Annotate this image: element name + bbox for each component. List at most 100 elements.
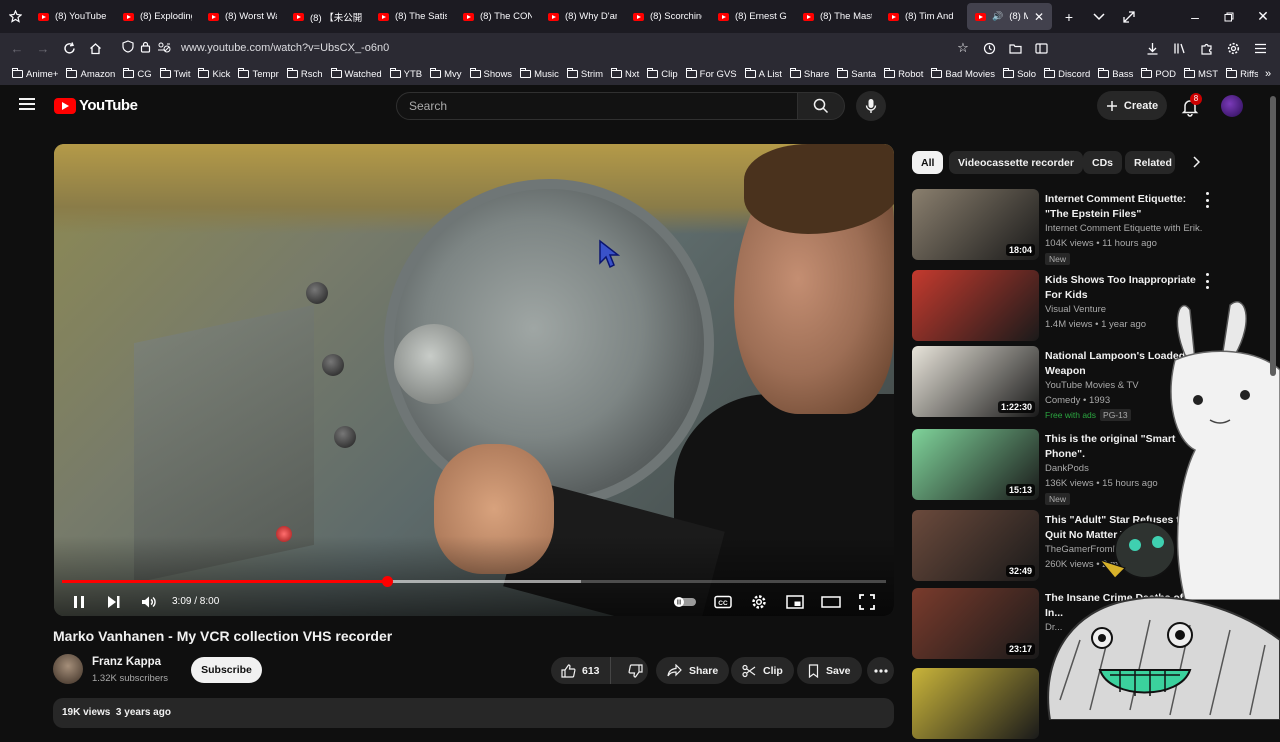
bookmarks-overflow-chevron-icon[interactable]: »: [1258, 63, 1278, 85]
bookmark-folder[interactable]: Discord: [1040, 68, 1094, 80]
restore-window-button[interactable]: [1212, 0, 1246, 33]
chips-next-chevron-icon[interactable]: [1186, 152, 1206, 172]
recommendation-channel[interactable]: Internet Comment Etiquette with Erik...: [1045, 223, 1203, 234]
bookmark-folder[interactable]: Robot: [880, 68, 927, 80]
recommendation-thumbnail[interactable]: 23:17: [912, 588, 1039, 659]
minimize-window-button[interactable]: –: [1178, 0, 1212, 33]
browser-tab[interactable]: (8) The CONT: [455, 0, 540, 33]
bookmark-folder[interactable]: For GVS: [682, 68, 741, 80]
close-window-button[interactable]: ✕: [1246, 0, 1280, 33]
home-button[interactable]: [82, 35, 108, 61]
youtube-logo[interactable]: YouTube: [54, 97, 138, 114]
browser-tab[interactable]: (8) 【未公開】: [285, 0, 370, 33]
more-vertical-icon[interactable]: [1202, 192, 1212, 208]
recommendation-thumbnail[interactable]: 1:22:30: [912, 346, 1039, 417]
chip-related[interactable]: Related: [1125, 151, 1175, 174]
bookmark-folder[interactable]: Strim: [563, 68, 607, 80]
recommendation-thumbnail[interactable]: [912, 270, 1039, 341]
bookmark-folder[interactable]: Anime+: [8, 68, 62, 80]
bookmark-folder[interactable]: MST: [1180, 68, 1222, 80]
recommendation-title[interactable]: Kids Shows Too Inappropriate For Kids: [1045, 273, 1203, 303]
next-button[interactable]: [103, 591, 125, 613]
bookmark-folder[interactable]: Clip: [643, 68, 681, 80]
folder-icon[interactable]: [1002, 35, 1028, 61]
theater-mode-button[interactable]: [820, 591, 842, 613]
reload-button[interactable]: [56, 35, 82, 61]
new-tab-button[interactable]: +: [1054, 0, 1084, 33]
channel-avatar[interactable]: [53, 654, 83, 684]
subtitles-button[interactable]: CC: [712, 591, 734, 613]
bookmark-folder[interactable]: Santa: [833, 68, 880, 80]
browser-tab[interactable]: (8) YouTube: [30, 0, 115, 33]
bookmark-folder[interactable]: Share: [786, 68, 833, 80]
url-text[interactable]: www.youtube.com/watch?v=UbsCX_-o6n0: [181, 42, 389, 54]
expand-icon[interactable]: [1114, 0, 1144, 33]
chip-videocassette-recorder[interactable]: Videocassette recorder: [949, 151, 1083, 174]
bookmark-folder[interactable]: Watched: [327, 68, 386, 80]
bookmark-folder[interactable]: YTB: [386, 68, 426, 80]
bookmark-folder[interactable]: Mvy: [426, 68, 465, 80]
bookmark-folder[interactable]: CG: [119, 68, 155, 80]
close-tab-icon[interactable]: ✕: [1034, 10, 1044, 24]
search-input[interactable]: Search: [396, 92, 798, 120]
settings-button[interactable]: [748, 591, 770, 613]
account-avatar[interactable]: [1221, 95, 1243, 117]
autoplay-toggle[interactable]: [672, 591, 698, 613]
shield-icon[interactable]: [122, 40, 134, 56]
scrubber-handle[interactable]: [381, 576, 393, 587]
recommendation-title[interactable]: Internet Comment Etiquette: "The Epstein…: [1045, 192, 1203, 222]
browser-tab[interactable]: (8) Worst Wa: [200, 0, 285, 33]
browser-tab[interactable]: (8) The Maste: [795, 0, 880, 33]
voice-search-button[interactable]: [856, 91, 886, 121]
bookmark-star-icon[interactable]: ☆: [950, 35, 976, 61]
bookmark-folder[interactable]: Shows: [466, 68, 517, 80]
menu-hamburger-icon[interactable]: [1247, 35, 1274, 61]
like-button[interactable]: 613: [551, 657, 611, 684]
browser-tab[interactable]: (8) Why D'arc: [540, 0, 625, 33]
extensions-puzzle-icon[interactable]: [1193, 35, 1220, 61]
fullscreen-button[interactable]: [856, 591, 878, 613]
bookmark-folder[interactable]: Twit: [156, 68, 195, 80]
url-bar[interactable]: www.youtube.com/watch?v=UbsCX_-o6n0: [118, 36, 968, 60]
bookmark-folder[interactable]: Nxt: [607, 68, 643, 80]
back-button[interactable]: ←: [4, 35, 30, 61]
video-player[interactable]: 3:09 / 8:00 CC: [54, 144, 894, 616]
bookmark-folder[interactable]: Bass: [1094, 68, 1137, 80]
recommendation-thumbnail[interactable]: 32:49: [912, 510, 1039, 581]
tab-list-chevron-icon[interactable]: [1084, 0, 1114, 33]
page-scrollbar[interactable]: [1270, 96, 1276, 376]
bookmark-folder[interactable]: Kick: [194, 68, 234, 80]
chip-cds[interactable]: CDs: [1083, 151, 1123, 174]
more-actions-button[interactable]: [867, 657, 894, 684]
browser-tab[interactable]: (8) Exploding: [115, 0, 200, 33]
permissions-icon[interactable]: [157, 41, 171, 56]
lock-icon[interactable]: [140, 41, 151, 56]
dislike-button[interactable]: [618, 663, 653, 678]
save-button[interactable]: Save: [797, 657, 862, 684]
create-button[interactable]: Create: [1097, 91, 1167, 120]
share-button[interactable]: Share: [656, 657, 730, 684]
volume-button[interactable]: [138, 591, 160, 613]
settings-gear-icon[interactable]: [1220, 35, 1247, 61]
history-icon[interactable]: [976, 35, 1002, 61]
library-icon[interactable]: [1166, 35, 1193, 61]
progress-bar[interactable]: [62, 576, 886, 587]
recommendation-thumbnail[interactable]: [912, 668, 1039, 739]
bookmark-folder[interactable]: Riffs: [1222, 68, 1263, 80]
recommendation-thumbnail[interactable]: 18:04: [912, 189, 1039, 260]
bookmark-folder[interactable]: Bad Movies: [927, 68, 999, 80]
description-box[interactable]: 19K views 3 years ago: [53, 698, 894, 728]
browser-tab[interactable]: (8) Scorching: [625, 0, 710, 33]
subscribe-button[interactable]: Subscribe: [191, 657, 262, 683]
more-vertical-icon[interactable]: [1202, 273, 1212, 289]
downloads-icon[interactable]: [1139, 35, 1166, 61]
forward-button[interactable]: →: [30, 35, 56, 61]
bookmark-folder[interactable]: Solo: [999, 68, 1040, 80]
search-button[interactable]: [797, 92, 845, 120]
pause-button[interactable]: [68, 591, 90, 613]
clip-button[interactable]: Clip: [731, 657, 794, 684]
bookmark-folder[interactable]: POD: [1137, 68, 1180, 80]
browser-tab[interactable]: 🔊 (8) Ma ✕: [967, 3, 1052, 30]
browser-tab[interactable]: (8) Ernest Go: [710, 0, 795, 33]
extension-icon[interactable]: [0, 0, 30, 33]
